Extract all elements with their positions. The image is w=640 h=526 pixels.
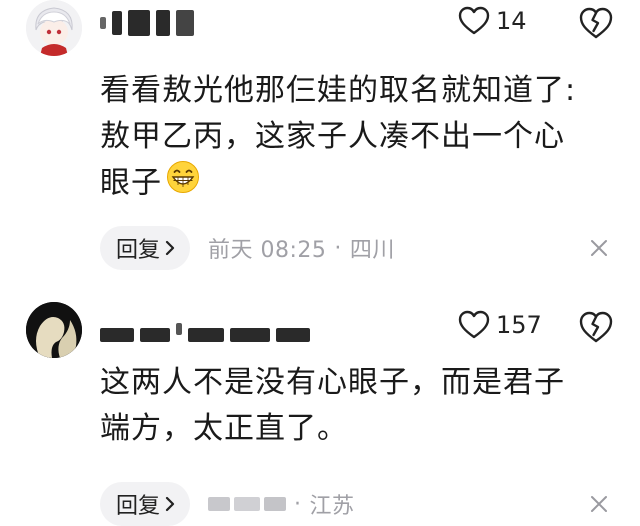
username-redacted[interactable]: [100, 314, 310, 344]
redacted-block: [156, 10, 170, 36]
redacted-block: [140, 328, 170, 342]
redacted-block: [176, 323, 182, 335]
comment-line: 端方，太正直了。: [100, 411, 348, 446]
meta-separator: ·: [294, 491, 302, 517]
comment-location: 江苏: [309, 494, 355, 519]
comment-meta: 回复 前天 08:25 · 四川: [100, 226, 395, 270]
like-button[interactable]: 14: [458, 6, 527, 36]
like-button[interactable]: 157: [458, 310, 542, 340]
grinning-face-emoji: [166, 160, 200, 208]
comment-info: 前天 08:25 · 四川: [208, 232, 395, 264]
redacted-block: [100, 328, 134, 342]
comment-line-with-emoji: 眼子: [100, 160, 620, 208]
redacted-block: [112, 11, 122, 35]
broken-heart-icon[interactable]: [578, 6, 614, 42]
reply-label: 回复: [116, 238, 161, 263]
comment-time: 前天 08:25: [208, 238, 327, 263]
comment-line: 看看敖光他那仨娃的取名就知道了:: [100, 73, 577, 108]
redacted-block: [100, 17, 106, 29]
comment-line: 敖甲乙丙，这家子人凑不出一个心: [100, 119, 565, 154]
redacted-block: [230, 328, 270, 342]
chevron-right-icon: [165, 240, 175, 256]
reply-label: 回复: [116, 494, 161, 519]
redacted-block: [128, 10, 150, 36]
comment-line: 眼子: [100, 165, 162, 201]
redacted-block: [176, 10, 194, 36]
redacted-block: [234, 497, 261, 511]
meta-separator: ·: [334, 235, 342, 261]
chevron-right-icon: [165, 496, 175, 512]
heart-outline-icon: [458, 310, 490, 339]
avatar[interactable]: [26, 0, 82, 56]
comment-line: 这两人不是没有心眼子，而是君子: [100, 365, 565, 400]
heart-outline-icon: [458, 6, 490, 35]
avatar[interactable]: [26, 302, 82, 358]
comment-info: · 江苏: [208, 488, 355, 520]
close-icon[interactable]: [588, 493, 610, 515]
redacted-block: [264, 497, 287, 511]
username-redacted[interactable]: [100, 8, 194, 38]
close-icon[interactable]: [588, 237, 610, 259]
comment-text: 这两人不是没有心眼子，而是君子 端方，太正直了。: [100, 360, 620, 452]
comment-item: 157 这两人不是没有心眼子，而是君子 端方，太正直了。 回复 · 江苏: [0, 290, 640, 526]
redacted-block: [208, 497, 231, 511]
comment-location: 四川: [349, 238, 395, 263]
like-count: 157: [496, 311, 542, 339]
like-count: 14: [496, 7, 527, 35]
comment-text: 看看敖光他那仨娃的取名就知道了: 敖甲乙丙，这家子人凑不出一个心 眼子: [100, 68, 620, 208]
reply-button[interactable]: 回复: [100, 482, 191, 526]
comment-item: 14 看看敖光他那仨娃的取名就知道了: 敖甲乙丙，这家子人凑不出一个心 眼子 回…: [0, 0, 640, 290]
redacted-time: [208, 497, 287, 511]
redacted-block: [276, 328, 310, 342]
broken-heart-icon[interactable]: [578, 310, 614, 346]
reply-button[interactable]: 回复: [100, 226, 191, 270]
comment-meta: 回复 · 江苏: [100, 482, 355, 526]
redacted-block: [188, 328, 224, 342]
